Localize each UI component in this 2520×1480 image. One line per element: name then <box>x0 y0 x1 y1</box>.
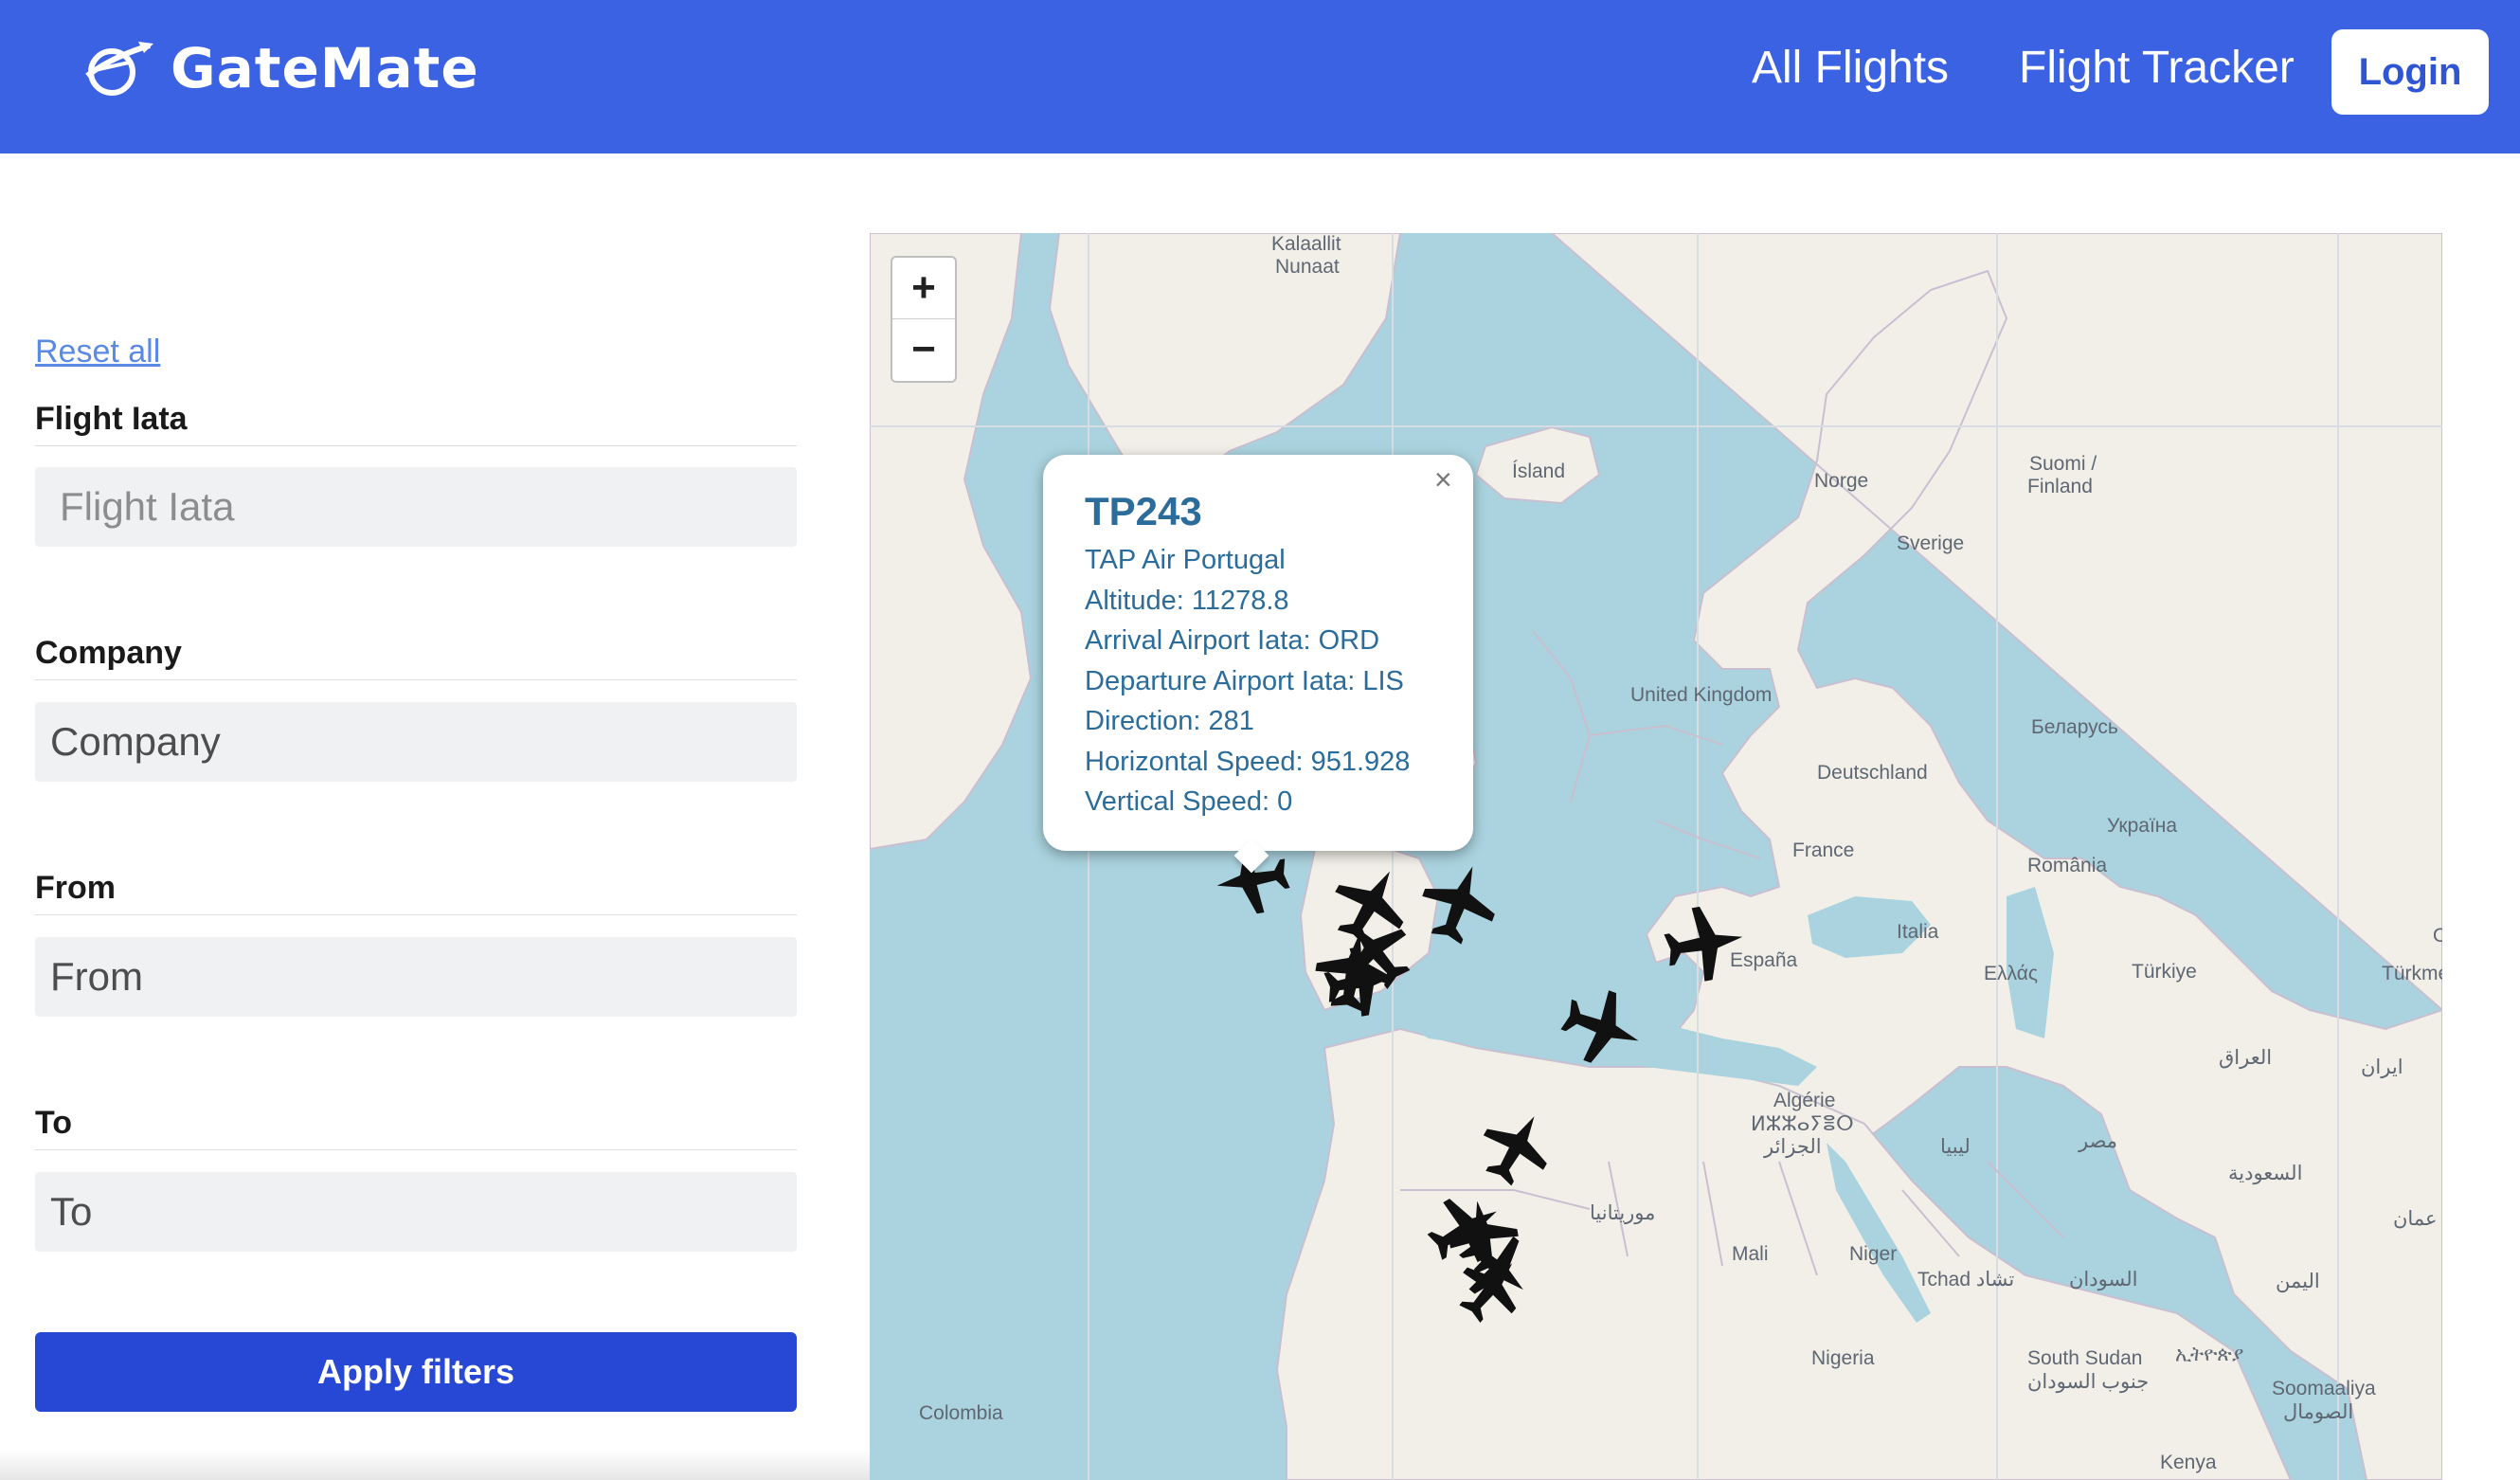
company-placeholder: Company <box>50 719 221 764</box>
map-label: ایران <box>2361 1056 2403 1078</box>
popup-airline: TAP Air Portugal <box>1085 545 1286 575</box>
to-input[interactable]: To <box>35 1172 797 1252</box>
company-label: Company <box>35 635 797 680</box>
map-label: ليبيا <box>1940 1136 1971 1158</box>
map-label: Colombia <box>919 1402 1003 1424</box>
from-label: From <box>35 870 797 915</box>
map-label: جنوب السودان <box>2027 1371 2150 1393</box>
zoom-in-button[interactable]: + <box>892 258 955 319</box>
map-label: Mali <box>1732 1243 1769 1265</box>
map-label: Nigeria <box>1811 1347 1875 1369</box>
to-placeholder: To <box>50 1189 93 1234</box>
map-label: Nunaat <box>1275 256 1340 278</box>
brand-logo[interactable]: GateMate <box>81 36 479 100</box>
map-label: موريتانيا <box>1590 1202 1656 1224</box>
map-label: O <box>2433 925 2442 947</box>
brand-name: GateMate <box>171 36 479 100</box>
map-label: Finland <box>2027 476 2093 497</box>
flight-map[interactable]: Kalaallit Nunaat Ísland Norge Suomi / Fi… <box>870 233 2442 1480</box>
map-label: العراق <box>2219 1047 2273 1069</box>
popup-close-button[interactable]: × <box>1434 462 1452 497</box>
nav-all-flights[interactable]: All Flights <box>1752 42 1949 94</box>
map-label: الصومال <box>2283 1401 2354 1423</box>
top-navbar: GateMate All Flights Flight Tracker Logi… <box>0 0 2520 153</box>
to-label: To <box>35 1105 797 1150</box>
plane-globe-icon <box>85 42 153 96</box>
map-label: Україна <box>2107 815 2178 837</box>
popup-vertical-speed: Vertical Speed: 0 <box>1085 786 1293 817</box>
map-label: الجزائر <box>1764 1136 1822 1158</box>
popup-arrival: Arrival Airport Iata: ORD <box>1085 625 1380 656</box>
reset-all-link[interactable]: Reset all <box>35 334 160 370</box>
map-label: Italia <box>1897 921 1939 943</box>
login-button[interactable]: Login <box>2331 29 2489 115</box>
map-label: ኢትዮጵያ <box>2175 1344 2244 1365</box>
from-input[interactable]: From <box>35 937 797 1017</box>
zoom-control: + − <box>891 256 957 383</box>
map-label: السعودية <box>2228 1163 2303 1184</box>
company-input[interactable]: Company <box>35 702 797 782</box>
map-label: Suomi / <box>2029 453 2097 475</box>
map-label: السودان <box>2069 1269 2138 1290</box>
popup-departure: Departure Airport Iata: LIS <box>1085 666 1404 696</box>
apply-filters-button[interactable]: Apply filters <box>35 1332 797 1412</box>
map-label: مصر <box>2079 1130 2118 1152</box>
aircraft-icon <box>1468 1099 1565 1196</box>
map-label: Türkme <box>2382 963 2442 984</box>
map-label: Беларусь <box>2031 716 2118 738</box>
map-label: Türkiye <box>2132 961 2197 983</box>
map-label: Deutschland <box>1817 762 1928 784</box>
map-label: South Sudan <box>2027 1347 2143 1369</box>
map-label: España <box>1730 949 1798 971</box>
flight-iata-label: Flight Iata <box>35 401 797 446</box>
map-label: United Kingdom <box>1630 684 1773 706</box>
aircraft-icon <box>1411 854 1508 952</box>
map-label: România <box>2027 855 2108 876</box>
popup-altitude: Altitude: 11278.8 <box>1085 586 1289 616</box>
flight-iata-placeholder: Flight Iata <box>60 484 235 529</box>
nav-flight-tracker[interactable]: Flight Tracker <box>2019 42 2295 94</box>
page-bottom-shadow <box>0 1450 872 1480</box>
map-label: Algérie <box>1773 1090 1836 1111</box>
map-label: Ísland <box>1512 460 1566 482</box>
aircraft-icon <box>1660 900 1750 987</box>
aircraft-layer <box>1211 839 1750 1335</box>
map-label: Kalaallit <box>1271 233 1341 255</box>
popup-horizontal-speed: Horizontal Speed: 951.928 <box>1085 747 1411 777</box>
map-label: Soomaaliya <box>2272 1378 2376 1399</box>
popup-flight-title: TP243 <box>1085 489 1202 533</box>
map-label: Kenya <box>2160 1452 2217 1473</box>
map-label: Tchad تشاد <box>1917 1269 2015 1290</box>
popup-direction: Direction: 281 <box>1085 706 1254 736</box>
map-label: Ελλάς <box>1984 963 2038 984</box>
map-label: France <box>1792 839 1855 861</box>
flight-iata-input[interactable]: Flight Iata <box>35 467 797 547</box>
map-label: عمان <box>2393 1208 2438 1230</box>
map-label: اليمن <box>2276 1271 2320 1292</box>
map-label: Niger <box>1849 1243 1898 1265</box>
aircraft-icon <box>1553 979 1651 1076</box>
zoom-out-button[interactable]: − <box>892 319 955 380</box>
map-label: Norge <box>1814 470 1869 492</box>
map-label: Sverige <box>1897 532 1965 554</box>
map-label: ⵍⵣⵣⴰⵢⴻⵔ <box>1751 1113 1854 1135</box>
from-placeholder: From <box>50 954 143 999</box>
